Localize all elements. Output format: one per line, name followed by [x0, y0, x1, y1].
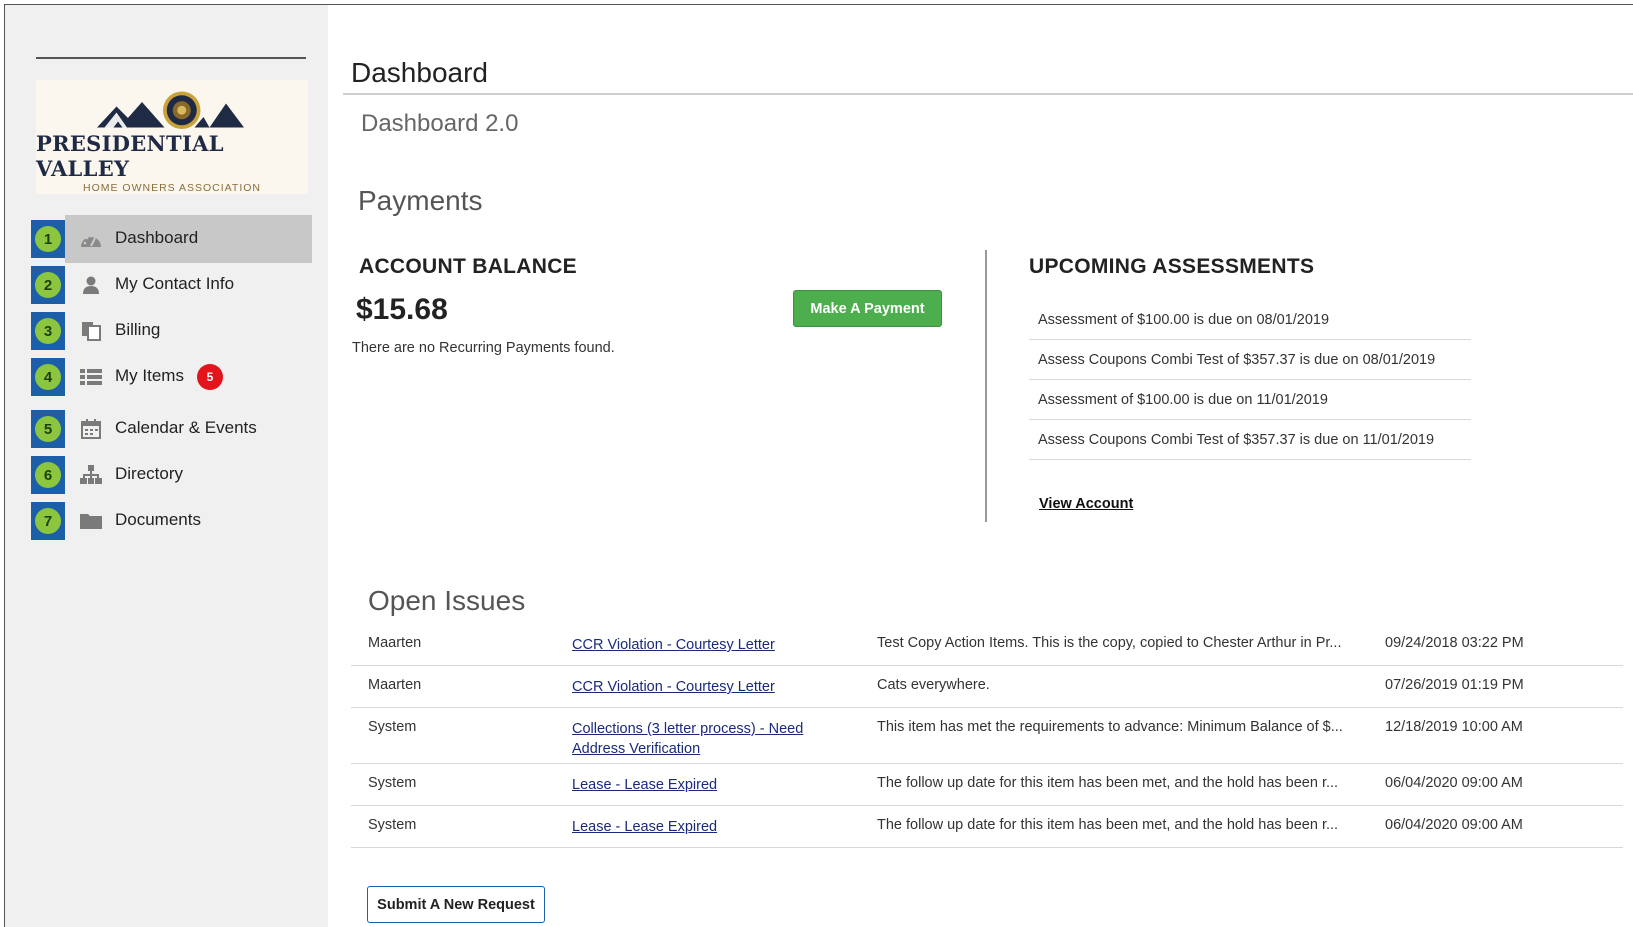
folder-icon	[79, 510, 103, 532]
issue-title-link[interactable]: CCR Violation - Courtesy Letter	[572, 677, 842, 697]
table-row: Maarten CCR Violation - Courtesy Letter …	[351, 624, 1623, 666]
vertical-divider	[985, 250, 987, 522]
sidebar-item-label: My Contact Info	[115, 274, 235, 293]
sidebar: PRESIDENTIAL VALLEY HOME OWNERS ASSOCIAT…	[5, 5, 328, 927]
table-row: System Lease - Lease Expired The follow …	[351, 806, 1623, 848]
sidebar-item-directory[interactable]: 6 Directory	[31, 451, 312, 499]
sidebar-item-label: Calendar & Events	[115, 418, 257, 437]
account-balance-value: $15.68	[356, 293, 448, 326]
issue-date: 06/04/2020 09:00 AM	[1385, 817, 1523, 833]
logo-title: PRESIDENTIAL VALLEY	[36, 131, 224, 181]
issue-description: Cats everywhere.	[877, 677, 990, 693]
sidebar-item-dashboard[interactable]: 1 Dashboard	[31, 215, 312, 263]
list-item: Assess Coupons Combi Test of $357.37 is …	[1029, 340, 1471, 380]
sidebar-item-calendar-events[interactable]: 5 Calendar & Events	[31, 405, 312, 453]
calendar-icon	[79, 418, 103, 440]
upcoming-assessments-list: Assessment of $100.00 is due on 08/01/20…	[1029, 300, 1471, 460]
issue-author: Maarten	[368, 677, 422, 693]
sidebar-item-billing[interactable]: 3 Billing	[31, 307, 312, 355]
list-item: Assessment of $100.00 is due on 11/01/20…	[1029, 380, 1471, 420]
sidebar-item-label: Billing	[115, 320, 161, 339]
issue-date: 06/04/2020 09:00 AM	[1385, 775, 1523, 791]
issue-title-link[interactable]: CCR Violation - Courtesy Letter	[572, 635, 842, 655]
list-item: Assessment of $100.00 is due on 08/01/20…	[1029, 300, 1471, 340]
dashboard-icon	[79, 228, 103, 250]
issue-date: 07/26/2019 01:19 PM	[1385, 677, 1524, 693]
table-row: Maarten CCR Violation - Courtesy Letter …	[351, 666, 1623, 708]
make-payment-button[interactable]: Make A Payment	[793, 290, 942, 327]
step-number: 5	[31, 410, 65, 448]
hoa-logo[interactable]: PRESIDENTIAL VALLEY HOME OWNERS ASSOCIAT…	[36, 80, 308, 194]
issue-description: This item has met the requirements to ad…	[877, 719, 1343, 735]
submit-new-request-button[interactable]: Submit A New Request	[367, 886, 545, 923]
upcoming-assessments-heading: UPCOMING ASSESSMENTS	[1029, 255, 1315, 278]
payments-heading: Payments	[358, 185, 483, 216]
sidebar-item-label: Documents	[115, 510, 201, 529]
mountains-seal-icon	[97, 91, 244, 129]
step-number: 1	[31, 220, 65, 258]
step-number: 7	[31, 502, 65, 540]
issue-title-link[interactable]: Collections (3 letter process) - Need Ad…	[572, 719, 842, 759]
sidebar-item-documents[interactable]: 7 Documents	[31, 497, 312, 545]
issue-description: The follow up date for this item has bee…	[877, 817, 1339, 833]
table-row: System Collections (3 letter process) - …	[351, 708, 1623, 764]
list-item: Assess Coupons Combi Test of $357.37 is …	[1029, 420, 1471, 460]
recurring-payments-note: There are no Recurring Payments found.	[352, 340, 615, 356]
directory-icon	[79, 464, 103, 486]
main-content: Dashboard Dashboard 2.0 Payments ACCOUNT…	[343, 0, 1633, 927]
issue-date: 12/18/2019 10:00 AM	[1385, 719, 1523, 735]
sidebar-item-contact-info[interactable]: 2 My Contact Info	[31, 261, 312, 309]
view-account-link[interactable]: View Account	[1039, 496, 1133, 512]
issue-author: Maarten	[368, 635, 422, 651]
sidebar-item-my-items[interactable]: 4 My Items 5	[31, 353, 312, 401]
sidebar-item-label: Dashboard	[115, 228, 199, 247]
billing-icon	[79, 320, 103, 342]
page-subtitle: Dashboard 2.0	[361, 110, 519, 137]
open-issues-table: Maarten CCR Violation - Courtesy Letter …	[351, 624, 1623, 848]
open-issues-heading: Open Issues	[368, 585, 526, 616]
user-icon	[79, 274, 103, 296]
table-row: System Lease - Lease Expired The follow …	[351, 764, 1623, 806]
account-balance-heading: ACCOUNT BALANCE	[359, 255, 577, 278]
issue-author: System	[368, 775, 417, 791]
title-divider	[343, 93, 1633, 95]
step-number: 6	[31, 456, 65, 494]
step-number: 3	[31, 312, 65, 350]
issue-description: The follow up date for this item has bee…	[877, 775, 1339, 791]
issue-title-link[interactable]: Lease - Lease Expired	[572, 817, 842, 837]
sidebar-item-label: My Items	[115, 366, 184, 385]
sidebar-item-label: Directory	[115, 464, 184, 483]
sidebar-divider	[36, 57, 306, 59]
step-number: 4	[31, 358, 65, 396]
step-number: 2	[31, 266, 65, 304]
items-count-badge: 5	[197, 364, 223, 390]
issue-title-link[interactable]: Lease - Lease Expired	[572, 775, 842, 795]
issue-author: System	[368, 719, 417, 735]
list-icon	[79, 366, 103, 388]
issue-description: Test Copy Action Items. This is the copy…	[877, 635, 1342, 651]
issue-date: 09/24/2018 03:22 PM	[1385, 635, 1524, 651]
issue-author: System	[368, 817, 417, 833]
logo-subtitle: HOME OWNERS ASSOCIATION	[83, 182, 261, 194]
page-title: Dashboard	[351, 57, 488, 88]
